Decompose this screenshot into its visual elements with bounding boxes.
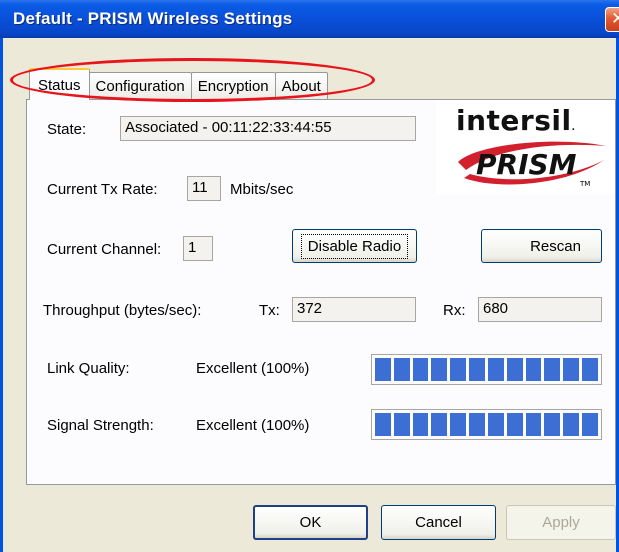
meter-segment [469, 358, 485, 381]
prism-wordmark: PRISM [476, 148, 577, 181]
title-bar[interactable]: Default - PRISM Wireless Settings ✕ [0, 0, 619, 38]
meter-segment [563, 358, 580, 381]
state-value: Associated - 00:11:22:33:44:55 [125, 119, 332, 136]
disable-radio-button[interactable]: Disable Radio [292, 229, 417, 263]
meter-segment [582, 358, 598, 381]
meter-segment [544, 358, 561, 381]
window-title: Default - PRISM Wireless Settings [13, 9, 293, 28]
channel-value: 1 [188, 239, 197, 256]
meter-segment [525, 358, 542, 381]
meter-segment [375, 358, 391, 381]
link-quality-value: Excellent (100%) [196, 360, 310, 377]
rescan-button[interactable]: Rescan [481, 229, 602, 263]
ok-button[interactable]: OK [253, 505, 368, 540]
rx-label: Rx: [443, 302, 466, 319]
meter-segment [469, 413, 485, 436]
tx-label: Tx: [259, 302, 280, 319]
close-icon: ✕ [611, 9, 619, 29]
channel-label: Current Channel: [47, 241, 162, 258]
signal-strength-meter [371, 409, 602, 440]
meter-segment [506, 413, 523, 436]
meter-segment [431, 413, 448, 436]
meter-segment [393, 413, 410, 436]
signal-strength-label: Signal Strength: [47, 417, 154, 434]
intersil-prism-logo: intersil. PRISM TM [436, 100, 614, 194]
state-field: Associated - 00:11:22:33:44:55 [120, 116, 416, 141]
close-button[interactable]: ✕ [605, 7, 619, 32]
state-label: State: [47, 121, 87, 138]
signal-strength-value: Excellent (100%) [196, 417, 310, 434]
cancel-button[interactable]: Cancel [381, 505, 496, 540]
rescan-label: Rescan [530, 237, 581, 255]
meter-segment [375, 413, 391, 436]
channel-field: 1 [183, 236, 213, 261]
tx-value: 372 [297, 300, 323, 317]
meter-segment [582, 413, 598, 436]
meter-segment [450, 358, 467, 381]
meter-segment [412, 413, 429, 436]
rx-value: 680 [483, 300, 509, 317]
highlight-ellipse [10, 58, 375, 102]
disable-radio-label: Disable Radio [300, 233, 409, 259]
tx-rate-unit: Mbits/sec [230, 181, 294, 198]
meter-segment [487, 413, 504, 436]
settings-window: Default - PRISM Wireless Settings ✕ Stat… [0, 0, 619, 552]
meter-segment [487, 358, 504, 381]
throughput-label: Throughput (bytes/sec): [43, 302, 202, 319]
meter-segment [412, 358, 429, 381]
apply-button[interactable]: Apply [506, 505, 616, 540]
tx-rate-field: 11 [187, 176, 221, 201]
cancel-label: Cancel [415, 514, 462, 531]
link-quality-label: Link Quality: [47, 360, 130, 377]
meter-segment [544, 413, 561, 436]
tx-rate-label: Current Tx Rate: [47, 181, 158, 198]
rx-field: 680 [478, 297, 602, 322]
meter-segment [506, 358, 523, 381]
meter-segment [393, 358, 410, 381]
meter-segment [431, 358, 448, 381]
prism-tm: TM [580, 180, 591, 188]
meter-segment [525, 413, 542, 436]
meter-segment [450, 413, 467, 436]
tx-field: 372 [292, 297, 416, 322]
ok-label: OK [299, 514, 322, 531]
apply-label: Apply [542, 514, 580, 531]
link-quality-meter [371, 354, 602, 385]
tx-rate-value: 11 [192, 179, 208, 196]
meter-segment [563, 413, 580, 436]
